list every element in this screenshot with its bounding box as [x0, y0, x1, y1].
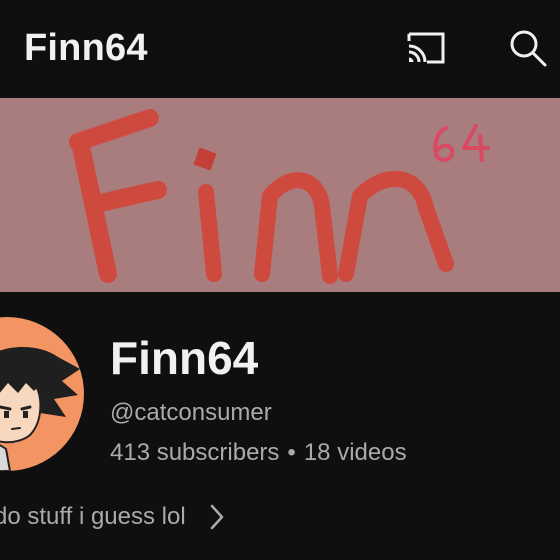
channel-banner	[0, 98, 560, 292]
channel-handle: @catconsumer	[110, 399, 272, 426]
banner-logo-letter-n2	[338, 171, 454, 282]
channel-page: Finn64 Finn64 @catconsumer 413 subscribe…	[0, 0, 560, 560]
topbar-title: Finn64	[24, 27, 148, 69]
search-icon	[510, 30, 547, 67]
avatar-illustration	[0, 347, 80, 471]
banner-logo-letter-n1	[254, 172, 338, 284]
subscriber-count: 413 subscribers	[110, 439, 280, 466]
channel-description-row[interactable]: do stuff i guess lol	[0, 500, 226, 534]
search-button[interactable]	[502, 22, 554, 74]
top-app-bar: Finn64	[0, 0, 560, 98]
cast-icon	[407, 32, 445, 64]
chevron-right-icon	[208, 503, 226, 531]
video-count: 18 videos	[303, 439, 407, 466]
channel-stats: 413 subscribers • 18 videos	[110, 438, 407, 468]
banner-logo-letter-i	[193, 147, 222, 282]
channel-name: Finn64	[110, 332, 259, 384]
channel-description: do stuff i guess lol	[0, 503, 186, 530]
stats-separator: •	[287, 439, 296, 466]
banner-logo-superscript	[433, 124, 490, 162]
cast-button[interactable]	[400, 22, 452, 74]
banner-artwork	[69, 109, 490, 284]
channel-avatar[interactable]	[0, 317, 84, 471]
banner-logo-letter-f	[69, 109, 167, 283]
